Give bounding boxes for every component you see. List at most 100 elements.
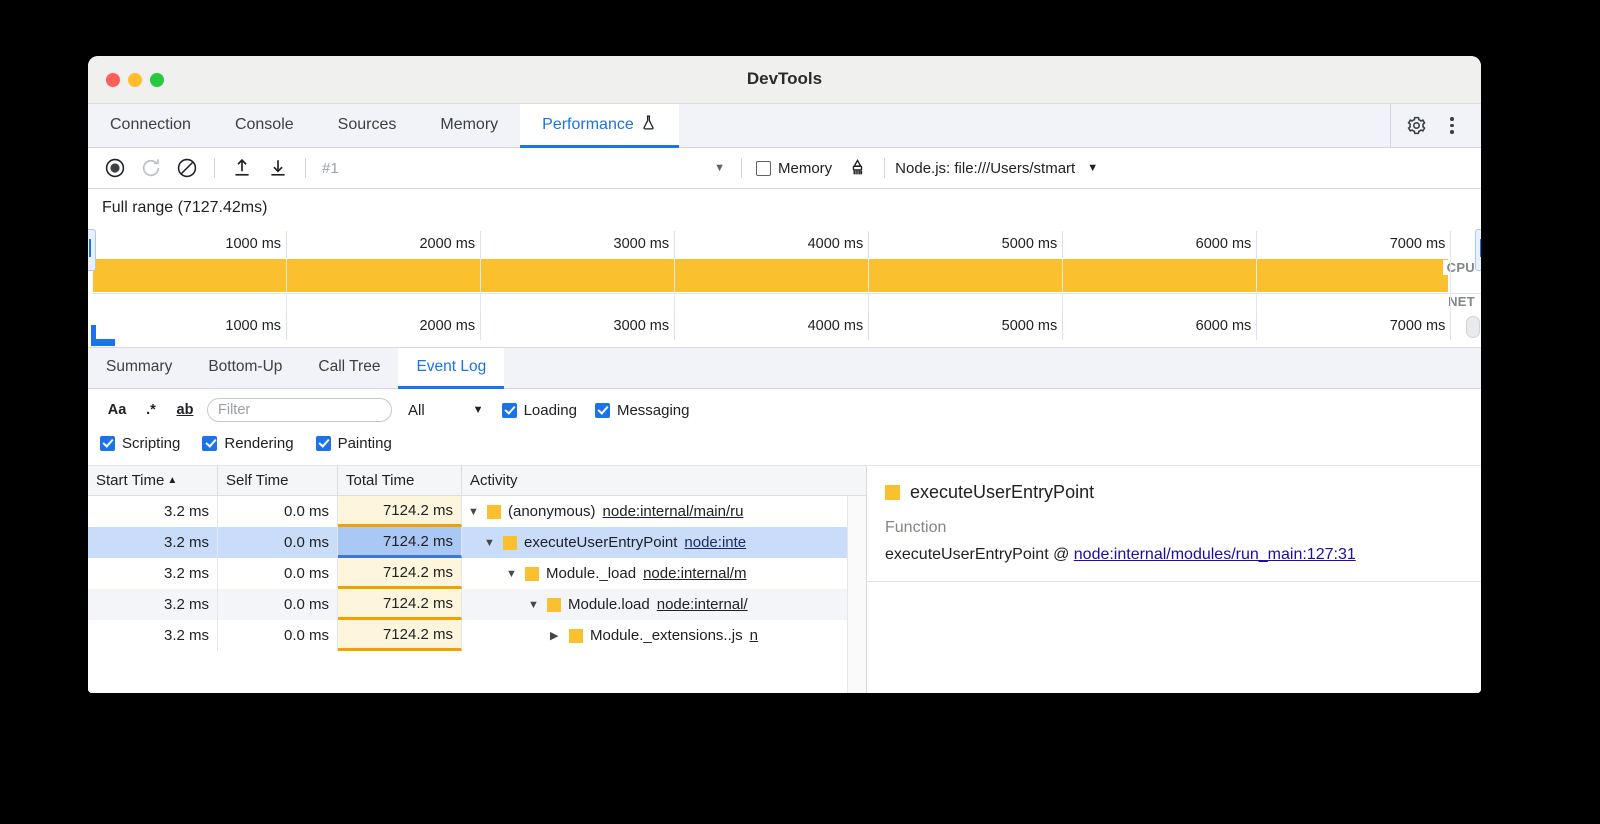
save-profile-icon[interactable] <box>261 153 295 183</box>
checkbox-label: Rendering <box>224 435 293 452</box>
target-dropdown[interactable]: Node.js: file:///Users/stmart ▼ <box>895 160 1098 177</box>
activity-url[interactable]: node:inte <box>684 534 746 551</box>
overview-window-drag-bar[interactable] <box>91 339 115 346</box>
checkbox-box <box>756 161 771 176</box>
chevron-down-icon: ▼ <box>473 404 484 416</box>
expand-twisty-icon[interactable]: ▼ <box>484 537 496 549</box>
expand-twisty-icon[interactable]: ▼ <box>468 506 480 518</box>
panel-tabbar: Connection Console Sources Memory Perfor… <box>88 104 1481 148</box>
toolbar-divider <box>214 158 215 178</box>
memory-checkbox[interactable]: Memory <box>756 160 832 177</box>
tab-connection[interactable]: Connection <box>88 104 213 148</box>
cell-activity: ▶ Module._extensions..js n <box>462 620 866 651</box>
expand-twisty-icon[interactable]: ▼ <box>528 599 540 611</box>
performance-toolbar: #1 ▼ Memory Node.js: file:///Users/stmar… <box>88 148 1481 189</box>
cell-total-time: 7124.2 ms <box>338 558 462 589</box>
activity-url[interactable]: n <box>750 627 758 644</box>
filter-checkbox-painting[interactable]: Painting <box>316 435 392 452</box>
cell-start-time: 3.2 ms <box>88 558 218 589</box>
column-header-self-time[interactable]: Self Time <box>218 466 338 495</box>
tab-label: Sources <box>338 116 397 134</box>
cell-start-time: 3.2 ms <box>88 620 218 651</box>
event-log-content: Start Time ▲ Self Time Total Time Activi… <box>88 466 1481 693</box>
match-case-icon[interactable]: Aa <box>100 397 134 423</box>
cell-self-time: 0.0 ms <box>218 496 338 527</box>
tab-performance[interactable]: Performance <box>520 104 679 148</box>
clear-icon[interactable] <box>170 153 204 183</box>
full-range-label: Full range (7127.42ms) <box>102 199 267 217</box>
session-dropdown[interactable]: #1 ▼ <box>316 155 731 181</box>
expand-twisty-icon[interactable]: ▼ <box>506 568 518 580</box>
duration-filter-dropdown[interactable]: All ▼ <box>408 402 484 419</box>
tab-event-log[interactable]: Event Log <box>398 348 504 389</box>
timeline-overview[interactable]: Full range (7127.42ms) 1000 ms2000 ms300… <box>88 189 1481 348</box>
ruler-tick: 7000 ms <box>93 231 1451 257</box>
activity-url[interactable]: node:internal/ <box>657 596 748 613</box>
tab-call-tree[interactable]: Call Tree <box>300 348 398 389</box>
table-row[interactable]: 3.2 ms 0.0 ms 7124.2 ms ▼ executeUserEnt… <box>88 527 866 558</box>
filter-checkbox-messaging[interactable]: Messaging <box>595 402 690 419</box>
filter-checkbox-scripting[interactable]: Scripting <box>100 435 180 452</box>
detail-divider <box>867 581 1481 582</box>
cell-total-time: 7124.2 ms <box>338 589 462 620</box>
kebab-menu-icon[interactable] <box>1437 111 1467 141</box>
session-value: #1 <box>322 160 339 177</box>
column-header-start-time[interactable]: Start Time ▲ <box>88 466 218 495</box>
tab-label: Event Log <box>416 358 486 376</box>
tab-label: Summary <box>106 358 172 376</box>
filter-checkbox-rendering[interactable]: Rendering <box>202 435 293 452</box>
column-header-total-time[interactable]: Total Time <box>338 466 462 495</box>
cell-total-time: 7124.2 ms <box>338 496 462 527</box>
table-row[interactable]: 3.2 ms 0.0 ms 7124.2 ms ▶ Module._extens… <box>88 620 866 651</box>
overview-ruler-top: 1000 ms2000 ms3000 ms4000 ms5000 ms6000 … <box>93 231 1481 257</box>
filter-input[interactable] <box>207 398 392 422</box>
record-icon[interactable] <box>98 153 132 183</box>
activity-name: Module._extensions..js <box>590 627 743 644</box>
whole-word-icon[interactable]: ab <box>168 397 202 423</box>
activity-name: Module._load <box>546 565 636 582</box>
table-row[interactable]: 3.2 ms 0.0 ms 7124.2 ms ▼ (anonymous) no… <box>88 496 866 527</box>
activity-name: executeUserEntryPoint <box>524 534 677 551</box>
target-value: Node.js: file:///Users/stmart <box>895 160 1075 177</box>
reload-record-icon[interactable] <box>134 153 168 183</box>
cell-self-time: 0.0 ms <box>218 527 338 558</box>
tab-summary[interactable]: Summary <box>88 348 190 389</box>
table-row[interactable]: 3.2 ms 0.0 ms 7124.2 ms ▼ Module._load n… <box>88 558 866 589</box>
category-color-swatch <box>547 598 561 612</box>
category-color-swatch <box>885 485 900 500</box>
activity-url[interactable]: node:internal/m <box>643 565 746 582</box>
load-profile-icon[interactable] <box>225 153 259 183</box>
tab-label: Bottom-Up <box>208 358 282 376</box>
table-vertical-scrollbar[interactable] <box>847 496 866 693</box>
regex-icon[interactable]: .* <box>134 397 168 423</box>
tab-console[interactable]: Console <box>213 104 316 148</box>
detail-tabbar: Summary Bottom-Up Call Tree Event Log <box>88 348 1481 389</box>
table-row[interactable]: 3.2 ms 0.0 ms 7124.2 ms ▼ Module.load no… <box>88 589 866 620</box>
devtools-window: DevTools Connection Console Sources Memo… <box>88 56 1481 693</box>
tab-sources[interactable]: Sources <box>316 104 419 148</box>
activity-url[interactable]: node:internal/main/ru <box>603 503 744 520</box>
toolbar-divider <box>305 158 306 178</box>
tab-memory[interactable]: Memory <box>418 104 520 148</box>
stack-source-link[interactable]: node:internal/modules/run_main:127:31 <box>1074 546 1356 563</box>
column-header-activity[interactable]: Activity <box>462 466 866 495</box>
checkbox-box <box>316 436 331 451</box>
collapse-twisty-icon[interactable]: ▶ <box>550 629 562 642</box>
category-color-swatch <box>569 629 583 643</box>
event-detail-panel: executeUserEntryPoint Function executeUs… <box>867 466 1481 693</box>
cell-total-time: 7124.2 ms <box>338 527 462 558</box>
filter-checkbox-loading[interactable]: Loading <box>502 402 577 419</box>
overview-ruler-bottom: 1000 ms2000 ms3000 ms4000 ms5000 ms6000 … <box>93 312 1481 340</box>
checkbox-box <box>100 436 115 451</box>
cell-activity: ▼ Module.load node:internal/ <box>462 589 866 620</box>
gear-icon[interactable] <box>1401 111 1431 141</box>
overview-scroll-thumb[interactable] <box>1466 316 1480 338</box>
cell-self-time: 0.0 ms <box>218 558 338 589</box>
collect-garbage-icon[interactable] <box>840 153 874 183</box>
window-titlebar: DevTools <box>88 56 1481 104</box>
overview-right-resize-handle[interactable] <box>1475 229 1481 271</box>
activity-name: Module.load <box>568 596 650 613</box>
overview-left-resize-handle[interactable] <box>88 229 96 271</box>
checkbox-label: Loading <box>524 402 577 419</box>
tab-bottom-up[interactable]: Bottom-Up <box>190 348 300 389</box>
